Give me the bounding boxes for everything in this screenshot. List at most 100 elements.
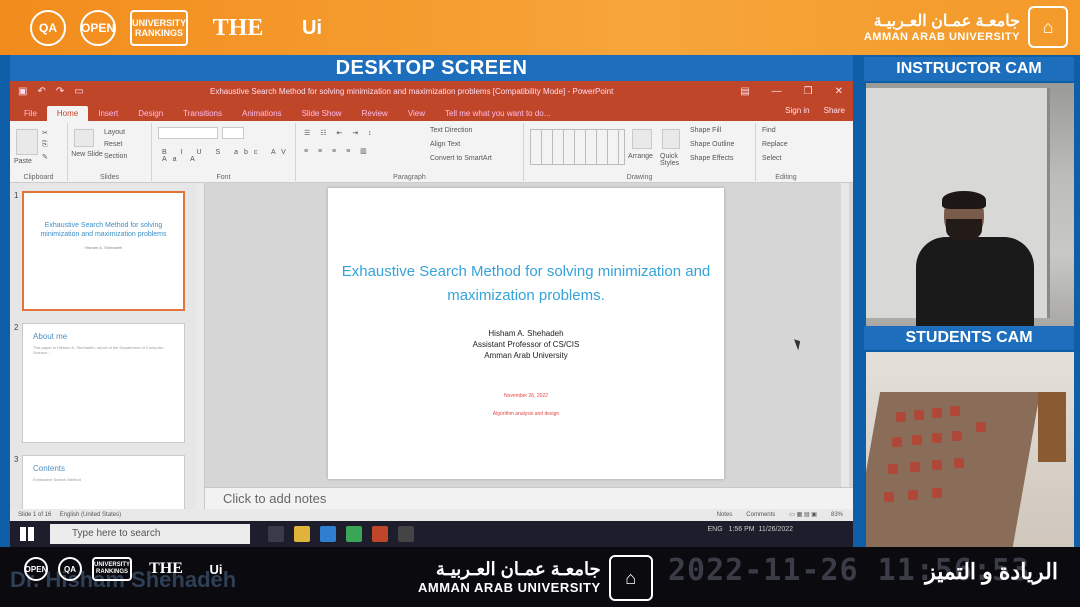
thumbnail-slide-2[interactable]: About me This paper is Hisham A. Shehade… [22, 323, 185, 443]
shape-effects-button[interactable]: Shape Effects [690, 155, 733, 162]
slide-position: Assistant Professor of CS/CIS [472, 340, 580, 349]
section-button[interactable]: Section [104, 153, 127, 160]
chrome-icon[interactable] [346, 526, 362, 542]
list-buttons[interactable]: ☰ ☷ ⇤ ⇥ ↕ [304, 129, 376, 137]
thumb-title: Exhaustive Search Method for solving min… [40, 222, 167, 238]
shapes-gallery[interactable] [530, 129, 625, 165]
group-slides: New Slide Layout Reset Section Slides [68, 123, 152, 181]
tab-insert[interactable]: Insert [88, 106, 128, 121]
redo-icon[interactable]: ↷ [56, 81, 64, 103]
font-format-buttons[interactable]: B I U S abc AV Aa A [162, 149, 295, 163]
tab-slide-show[interactable]: Slide Show [292, 106, 352, 121]
shape-fill-button[interactable]: Shape Fill [690, 127, 721, 134]
new-slide-button[interactable]: New Slide [70, 151, 104, 158]
tray-date[interactable]: 11/26/2022 [758, 526, 793, 533]
align-text-button[interactable]: Align Text [430, 141, 460, 148]
notes-pane[interactable]: Click to add notes [205, 487, 853, 509]
copy-icon[interactable]: ⎘ [42, 141, 48, 149]
start-slideshow-icon[interactable]: ▭ [74, 81, 83, 103]
taskbar-search-input[interactable]: Type here to search [50, 524, 250, 544]
ui-green-logo: Ui [302, 16, 322, 39]
thumb-number: 3 [14, 455, 19, 464]
close-icon[interactable]: ✕ [835, 81, 843, 103]
quick-styles-button[interactable]: Quick Styles [660, 153, 684, 167]
tray-time[interactable]: 1:56 PM [729, 526, 755, 533]
ribbon: Paste ✂ ⎘ ✎ Clipboard New Slide Layout R… [10, 121, 853, 183]
zoom-level[interactable]: 83% [831, 509, 843, 521]
tab-home[interactable]: Home [46, 106, 89, 121]
powerpoint-icon[interactable] [372, 526, 388, 542]
desktop-capture: ▣ ↶ ↷ ▭ Exhaustive Search Method for sol… [10, 81, 853, 547]
edge-icon[interactable] [320, 526, 336, 542]
notes-toggle[interactable]: Notes [717, 509, 733, 521]
comments-toggle[interactable]: Comments [746, 509, 775, 521]
ribbon-tabs: File Home Insert Design Transitions Anim… [10, 103, 853, 121]
drawing-label: Drawing [626, 174, 653, 181]
minimize-icon[interactable]: — [772, 81, 782, 103]
language-indicator[interactable]: English (United States) [60, 512, 121, 518]
thumbnails-scrollbar[interactable] [196, 183, 204, 509]
shape-outline-button[interactable]: Shape Outline [690, 141, 734, 148]
slide-author: Hisham A. Shehadeh [488, 329, 564, 338]
undo-icon[interactable]: ↶ [37, 81, 45, 103]
paste-icon[interactable] [16, 129, 38, 155]
accreditation-logos: QA OPEN UNIVERSITY RANKINGS THE Ui [30, 10, 336, 46]
group-paragraph: ☰ ☷ ⇤ ⇥ ↕ ≡ ≡ ≡ ≡ ▥ Text Direction Align… [296, 123, 524, 181]
file-explorer-icon[interactable] [294, 526, 310, 542]
slide-counter: Slide 1 of 16 [18, 512, 52, 518]
select-button[interactable]: Select [762, 155, 781, 162]
tab-animations[interactable]: Animations [232, 106, 292, 121]
university-brand-top: جامعـة عمـان العـربيـة AMMAN ARAB UNIVER… [864, 6, 1068, 48]
university-name-arabic: جامعـة عمـان العـربيـة [435, 559, 601, 579]
tab-file[interactable]: File [14, 106, 47, 121]
tab-design[interactable]: Design [128, 106, 173, 121]
convert-smartart-button[interactable]: Convert to SmartArt [430, 155, 492, 162]
thumb-body: This paper is Hisham A. Shehadeh, report… [33, 345, 164, 355]
find-button[interactable]: Find [762, 127, 776, 134]
instructor-cam-label: INSTRUCTOR CAM [864, 57, 1074, 81]
ppt-title-bar: ▣ ↶ ↷ ▭ Exhaustive Search Method for sol… [10, 81, 853, 103]
tell-me-search[interactable]: Tell me what you want to do... [435, 106, 560, 121]
format-painter-icon[interactable]: ✎ [42, 153, 48, 161]
ppt-workarea: 1 Exhaustive Search Method for solving m… [10, 183, 853, 547]
thumb-number: 1 [14, 191, 19, 200]
slide-thumbnails-pane[interactable]: 1 Exhaustive Search Method for solving m… [10, 183, 205, 547]
task-view-icon[interactable] [268, 526, 284, 542]
align-buttons[interactable]: ≡ ≡ ≡ ≡ ▥ [304, 147, 371, 155]
window-title: Exhaustive Search Method for solving min… [210, 87, 614, 96]
cut-icon[interactable]: ✂ [42, 129, 48, 137]
new-slide-icon[interactable] [74, 129, 94, 147]
text-direction-button[interactable]: Text Direction [430, 127, 472, 134]
classroom-door [1038, 392, 1066, 462]
thumbnail-slide-1[interactable]: Exhaustive Search Method for solving min… [22, 191, 185, 311]
input-language[interactable]: ENG [708, 526, 723, 533]
windows-start-icon[interactable] [20, 527, 34, 541]
tab-review[interactable]: Review [352, 106, 398, 121]
university-brand-bottom: جامعـة عمـان العـربيـة AMMAN ARAB UNIVER… [418, 547, 653, 601]
sign-in-link[interactable]: Sign in [785, 106, 809, 115]
arrange-icon[interactable] [632, 129, 652, 149]
font-name-select[interactable] [158, 127, 218, 139]
restore-icon[interactable]: ❐ [804, 81, 813, 103]
view-buttons[interactable]: ▭ ▦ ▤ ▣ [789, 509, 817, 521]
app-icon[interactable] [398, 526, 414, 542]
current-slide[interactable]: Exhaustive Search Method for solving min… [328, 188, 724, 479]
instructor-figure [916, 191, 1034, 328]
taskbar-apps [268, 526, 414, 542]
quick-styles-icon[interactable] [662, 129, 680, 149]
slide-date: November 26, 2022 [504, 393, 548, 399]
tab-transitions[interactable]: Transitions [173, 106, 232, 121]
paste-button[interactable]: Paste [14, 158, 32, 165]
share-button[interactable]: Share [824, 106, 845, 115]
font-size-select[interactable] [222, 127, 244, 139]
layout-button[interactable]: Layout [104, 129, 125, 136]
university-rankings-logo: UNIVERSITY RANKINGS [92, 557, 132, 581]
save-icon[interactable]: ▣ [18, 81, 27, 103]
ribbon-options-icon[interactable]: ▤ [740, 81, 749, 103]
tab-view[interactable]: View [398, 106, 435, 121]
reset-button[interactable]: Reset [104, 141, 122, 148]
arrange-button[interactable]: Arrange [628, 153, 653, 160]
slide-scrollbar[interactable] [841, 183, 849, 509]
slide-course: Algorithm analysis and design [492, 411, 560, 417]
replace-button[interactable]: Replace [762, 141, 788, 148]
